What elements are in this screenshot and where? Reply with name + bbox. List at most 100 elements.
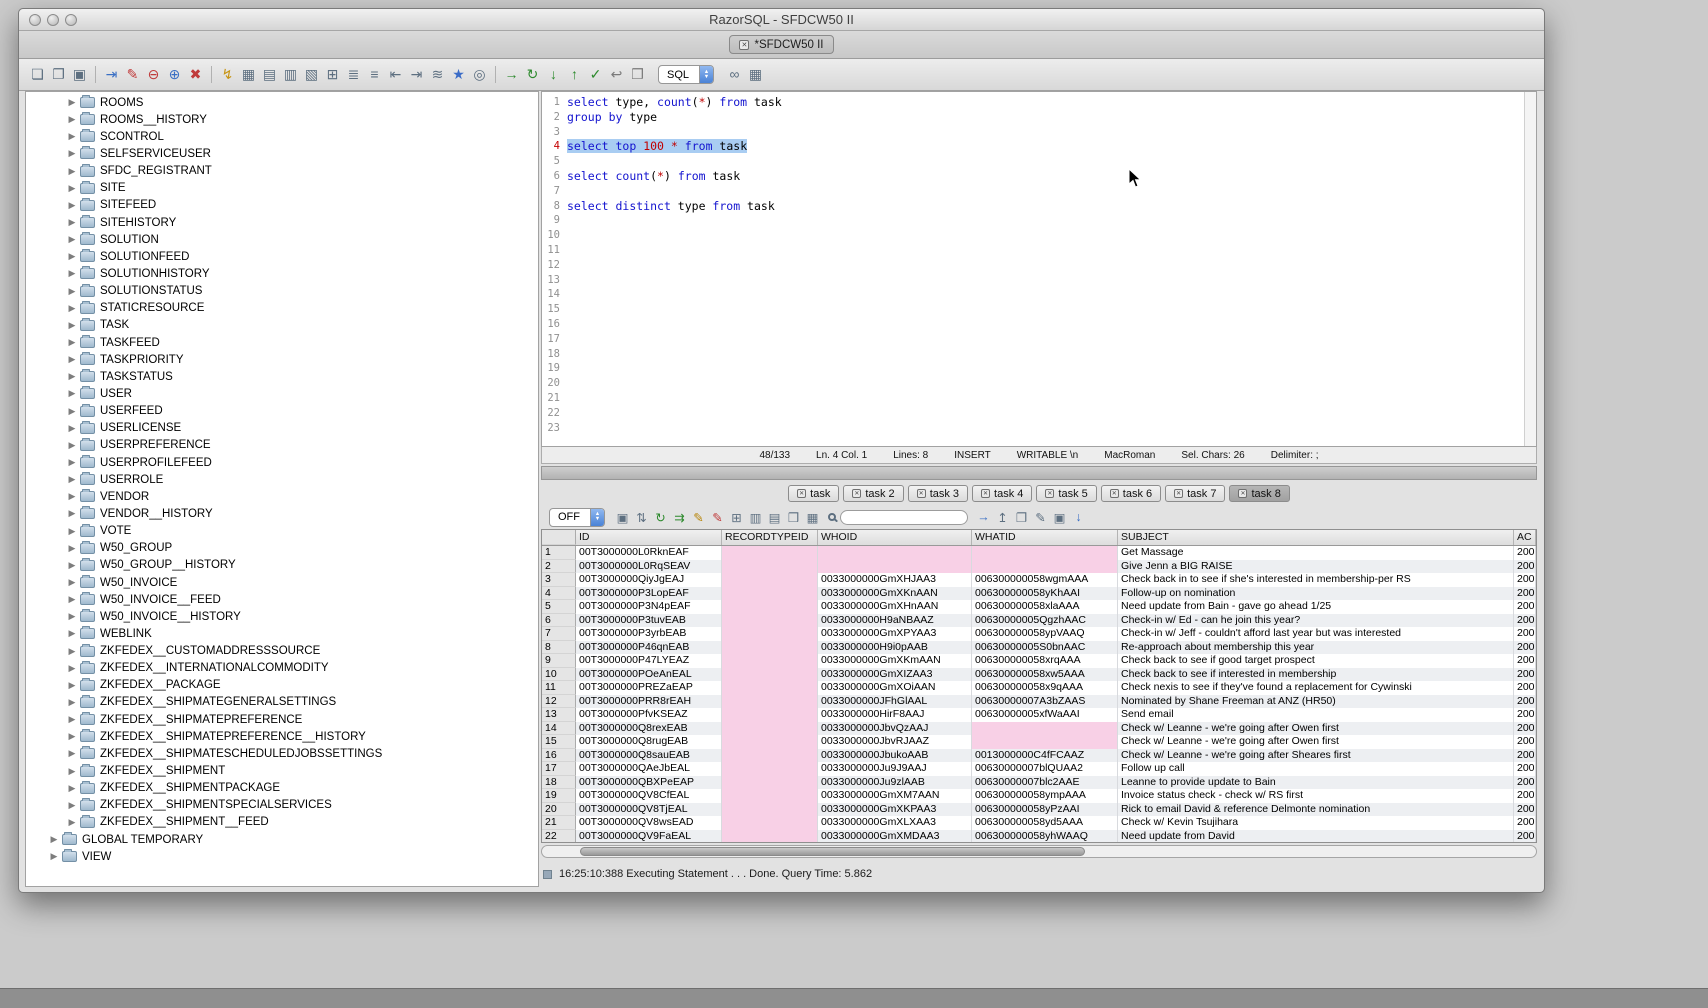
describe-table-icon[interactable]: ▦ — [238, 64, 259, 85]
tree-item[interactable]: ▶VENDOR__HISTORY — [26, 505, 538, 522]
grid-cell[interactable]: 00T3000000P47LYEAZ — [576, 654, 722, 668]
grid-cell[interactable] — [722, 573, 818, 587]
code-line[interactable] — [567, 332, 782, 347]
code-line[interactable]: group by type — [567, 110, 782, 125]
code-line[interactable] — [567, 317, 782, 332]
grid-cell[interactable]: Need update from Bain - gave go ahead 1/… — [1118, 600, 1514, 614]
tree-item[interactable]: ▶SOLUTIONSTATUS — [26, 283, 538, 300]
grid-cell[interactable] — [722, 654, 818, 668]
format-sql-icon[interactable]: ≣ — [343, 64, 364, 85]
print-results-icon[interactable]: ❒ — [784, 510, 803, 525]
import-data-icon[interactable]: ⇥ — [101, 64, 122, 85]
grid-cell[interactable]: 006300000058ympAAA — [972, 789, 1118, 803]
grid-cell[interactable]: 00T3000000QV8wsEAD — [576, 816, 722, 830]
disclosure-triangle-icon[interactable]: ▶ — [66, 628, 78, 639]
grid-cell[interactable] — [722, 722, 818, 736]
row-number-cell[interactable]: 8 — [542, 641, 576, 655]
row-number-cell[interactable]: 6 — [542, 614, 576, 628]
tree-item[interactable]: ▶SOLUTIONFEED — [26, 248, 538, 265]
grid-row[interactable]: 2200T3000000QV9FaEAL0033000000GmXMDAA300… — [542, 830, 1536, 844]
grid-row[interactable]: 100T3000000L0RknEAFGet Massage200 — [542, 546, 1536, 560]
list-icon[interactable]: ≡ — [364, 64, 385, 85]
grid-cell[interactable]: Check-in w/ Jeff - couldn't afford last … — [1118, 627, 1514, 641]
editor-vertical-scrollbar[interactable] — [1524, 92, 1536, 446]
stepper-icon[interactable]: ▲▼ — [699, 66, 713, 83]
grid-cell[interactable]: Check w/ Leanne - we're going after Shea… — [1118, 749, 1514, 763]
code-line[interactable] — [567, 258, 782, 273]
attach-icon[interactable]: ⊞ — [322, 64, 343, 85]
tree-item[interactable]: ▶W50_GROUP — [26, 540, 538, 557]
code-line[interactable]: select count(*) from task — [567, 169, 782, 184]
delete-object-icon[interactable]: ✖ — [185, 64, 206, 85]
row-number-cell[interactable]: 5 — [542, 600, 576, 614]
grid-row[interactable]: 700T3000000P3yrbEAB0033000000GmXPYAA3006… — [542, 627, 1536, 641]
code-line[interactable] — [567, 184, 782, 199]
grid-row[interactable]: 1300T3000000PfvKSEAZ0033000000HirF8AAJ00… — [542, 708, 1536, 722]
grid-cell[interactable]: 0033000000GmXKmAAN — [818, 654, 972, 668]
grid-cell[interactable]: 0033000000JbvQzAAJ — [818, 722, 972, 736]
code-text[interactable] — [567, 287, 574, 301]
zoom-button[interactable] — [65, 14, 77, 26]
tab-close-icon[interactable]: ✕ — [1238, 489, 1247, 498]
goto-row-icon[interactable]: ↥ — [993, 510, 1012, 525]
code-text[interactable] — [567, 332, 574, 346]
grid-header-cell[interactable]: ID — [576, 530, 722, 545]
grid-cell[interactable]: 0033000000GmXOiAAN — [818, 681, 972, 695]
disclosure-triangle-icon[interactable]: ▶ — [66, 697, 78, 708]
minimize-button[interactable] — [47, 14, 59, 26]
grid-cell[interactable]: 00T3000000P3LopEAF — [576, 587, 722, 601]
grid-cell[interactable] — [722, 695, 818, 709]
grid-cell[interactable]: 00630000005xfWaAAI — [972, 708, 1118, 722]
tree-item[interactable]: ▶TASKFEED — [26, 334, 538, 351]
result-tab[interactable]: ✕task — [788, 485, 839, 502]
grid-cell[interactable]: Need update from David — [1118, 830, 1514, 844]
grid-cell[interactable] — [722, 587, 818, 601]
grid-cell[interactable]: 00T3000000POeAnEAL — [576, 668, 722, 682]
tree-item[interactable]: ▶ZKFEDEX__PACKAGE — [26, 677, 538, 694]
chart-results-icon[interactable]: ▦ — [803, 510, 822, 525]
grid-cell[interactable] — [722, 803, 818, 817]
disclosure-triangle-icon[interactable]: ▶ — [48, 851, 60, 862]
code-text[interactable] — [567, 376, 574, 390]
code-text[interactable] — [567, 125, 574, 139]
grid-cell[interactable]: Nominated by Shane Freeman at ANZ (HR50) — [1118, 695, 1514, 709]
tab-close-icon[interactable]: ✕ — [739, 40, 749, 50]
shift-left-icon[interactable]: ⇤ — [385, 64, 406, 85]
disclosure-triangle-icon[interactable]: ▶ — [66, 766, 78, 777]
code-line[interactable] — [567, 228, 782, 243]
edit-table-icon[interactable]: ▤ — [259, 64, 280, 85]
grid-cell[interactable]: 0033000000JbukoAAB — [818, 749, 972, 763]
grid-cell[interactable]: 006300000058xlaAAA — [972, 600, 1118, 614]
disclosure-triangle-icon[interactable]: ▶ — [66, 217, 78, 228]
new-document-icon[interactable]: ❏ — [27, 64, 48, 85]
highlight-icon[interactable]: ✎ — [708, 510, 727, 525]
code-line[interactable]: select type, count(*) from task — [567, 95, 782, 110]
grid-cell[interactable] — [972, 735, 1118, 749]
result-tab[interactable]: ✕task 3 — [908, 485, 968, 502]
tab-close-icon[interactable]: ✕ — [917, 489, 926, 498]
grid-cell[interactable]: 00T3000000L0RknEAF — [576, 546, 722, 560]
disclosure-triangle-icon[interactable]: ▶ — [66, 388, 78, 399]
disclosure-triangle-icon[interactable]: ▶ — [66, 371, 78, 382]
tree-item[interactable]: ▶SFDC_REGISTRANT — [26, 163, 538, 180]
tab-close-icon[interactable]: ✕ — [981, 489, 990, 498]
grid-cell[interactable] — [722, 627, 818, 641]
grid-cell[interactable]: 00T3000000QV8CfEAL — [576, 789, 722, 803]
tree-item[interactable]: ▶USER — [26, 385, 538, 402]
download-icon[interactable]: ↓ — [1069, 510, 1088, 524]
grid-cell[interactable] — [722, 789, 818, 803]
row-number-cell[interactable]: 13 — [542, 708, 576, 722]
grid-cell[interactable]: 006300000058ypVAAQ — [972, 627, 1118, 641]
tree-item[interactable]: ▶W50_INVOICE__FEED — [26, 591, 538, 608]
rerun-query-icon[interactable]: ⇉ — [670, 510, 689, 525]
transpose-icon[interactable]: ⇅ — [632, 510, 651, 525]
grid-cell[interactable] — [722, 749, 818, 763]
grid-cell[interactable]: 00T3000000L0RqSEAV — [576, 560, 722, 574]
code-line[interactable] — [567, 302, 782, 317]
code-text[interactable]: select type, count(*) from task — [567, 95, 782, 109]
disclosure-triangle-icon[interactable]: ▶ — [66, 183, 78, 194]
grid-row[interactable]: 1200T3000000PRR8rEAH0033000000JFhGlAAL00… — [542, 695, 1536, 709]
code-line[interactable] — [567, 154, 782, 169]
grid-row[interactable]: 1600T3000000Q8sauEAB0033000000JbukoAAB00… — [542, 749, 1536, 763]
grid-cell[interactable] — [722, 546, 818, 560]
